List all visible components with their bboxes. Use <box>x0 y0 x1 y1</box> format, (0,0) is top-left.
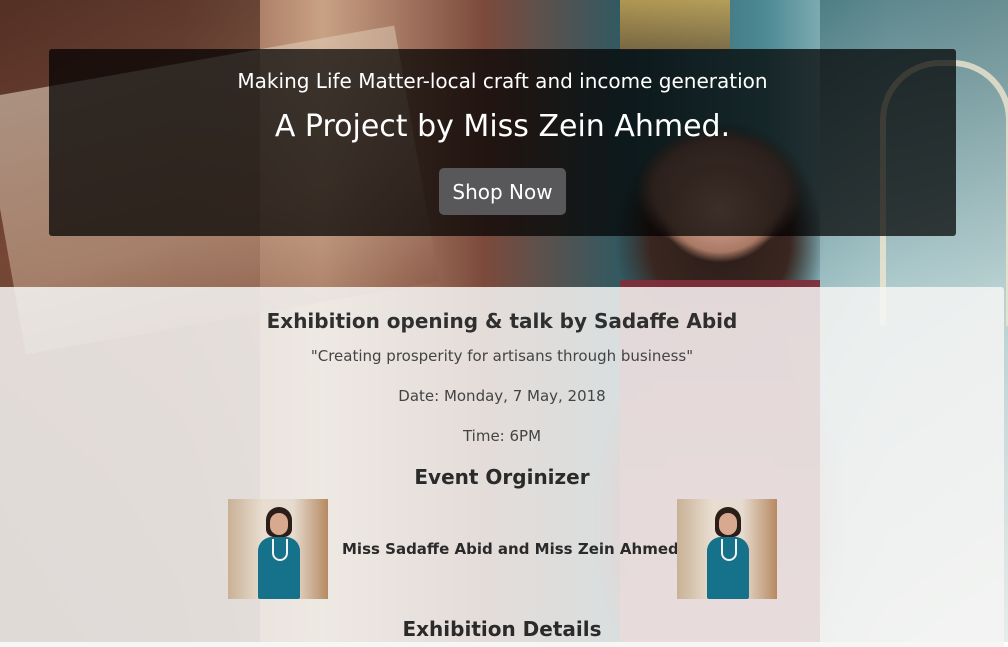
event-quote: "Creating prosperity for artisans throug… <box>310 347 694 365</box>
organizer-photo-right <box>677 499 777 599</box>
organizer-photo-left <box>228 499 328 599</box>
shop-now-button[interactable]: Shop Now <box>439 168 566 215</box>
event-date: Date: Monday, 7 May, 2018 <box>398 387 606 405</box>
organizer-heading: Event Orginizer <box>414 465 590 489</box>
exhibition-details-heading: Exhibition Details <box>402 617 602 641</box>
hero-tagline: Making Life Matter-local craft and incom… <box>237 69 768 93</box>
background-ornament <box>620 0 730 50</box>
hero-banner: Making Life Matter-local craft and incom… <box>49 49 956 236</box>
hero-title: A Project by Miss Zein Ahmed. <box>274 109 731 144</box>
event-time: Time: 6PM <box>462 427 542 445</box>
event-title: Exhibition opening & talk by Sadaffe Abi… <box>266 309 738 333</box>
organizer-names: Miss Sadaffe Abid and Miss Zein Ahmed <box>342 540 679 558</box>
event-panel: Exhibition opening & talk by Sadaffe Abi… <box>0 287 1004 647</box>
